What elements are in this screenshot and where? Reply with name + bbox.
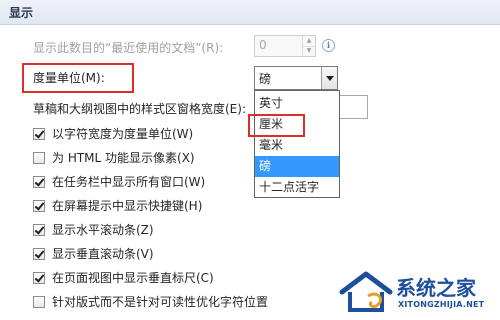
recent-docs-label: 显示此数目的“最近使用的文档”(R): (33, 41, 224, 55)
spin-down-icon[interactable]: ▼ (303, 46, 315, 56)
checkbox-vertical-scrollbar-label[interactable]: 显示垂直滚动条(V) (52, 246, 154, 262)
checkbox-char-width[interactable] (33, 128, 45, 140)
info-icon: i (322, 39, 335, 52)
checkbox-layout-optimize[interactable] (33, 296, 45, 308)
recent-docs-value: 0 (259, 38, 267, 52)
house-logo-icon (339, 271, 393, 312)
checkbox-vertical-ruler-label[interactable]: 在页面视图中显示垂直标尺(C) (52, 270, 214, 286)
checkbox-horizontal-scrollbar-label[interactable]: 显示水平滚动条(Z) (52, 222, 154, 238)
checkbox-html-pixels[interactable] (33, 152, 45, 164)
spinner-buttons: ▲ ▼ (302, 36, 315, 56)
checkbox-taskbar-windows[interactable] (33, 176, 45, 188)
section-header: 显示 (0, 0, 500, 25)
unit-label: 度量单位(M): (33, 71, 105, 85)
unit-option-mm[interactable]: 毫米 (255, 135, 339, 156)
unit-option-point[interactable]: 磅 (255, 156, 339, 177)
style-area-width-label: 草稿和大纲视图中的样式区窗格宽度(E): (33, 102, 246, 116)
chevron-down-icon[interactable] (321, 67, 337, 89)
checkbox-vertical-ruler[interactable] (33, 272, 45, 284)
unit-option-pica[interactable]: 十二点活字 (255, 177, 339, 198)
checkbox-taskbar-windows-label[interactable]: 在任务栏中显示所有窗口(W) (52, 174, 205, 190)
cm-option-highlight (248, 114, 305, 137)
watermark-url: XITONGZHIJIA.NET (398, 300, 485, 309)
checkbox-char-width-label[interactable]: 以字符宽度为度量单位(W) (52, 126, 193, 142)
checkbox-html-pixels-label[interactable]: 为 HTML 功能显示像素(X) (52, 150, 195, 166)
style-area-width-input[interactable] (338, 95, 368, 119)
unit-select[interactable]: 磅 (254, 66, 338, 90)
section-title: 显示 (9, 6, 34, 20)
recent-docs-spinner[interactable]: 0 ▲ ▼ (254, 35, 316, 57)
checkbox-vertical-scrollbar[interactable] (33, 248, 45, 260)
watermark-title: 系统之家 (396, 276, 476, 300)
checkbox-layout-optimize-label[interactable]: 针对版式而不是针对可读性优化字符位置 (52, 294, 268, 310)
watermark-logo: 系统之家 XITONGZHIJIA.NET (338, 270, 498, 316)
checkbox-horizontal-scrollbar[interactable] (33, 224, 45, 236)
checkbox-screentip-shortcuts-label[interactable]: 在屏幕提示中显示快捷键(H) (52, 198, 202, 214)
checkbox-screentip-shortcuts[interactable] (33, 200, 45, 212)
unit-option-inch[interactable]: 英寸 (255, 93, 339, 114)
unit-dropdown-list: 英寸 厘米 毫米 磅 十二点活字 (254, 90, 340, 198)
unit-selected-value: 磅 (259, 72, 272, 86)
